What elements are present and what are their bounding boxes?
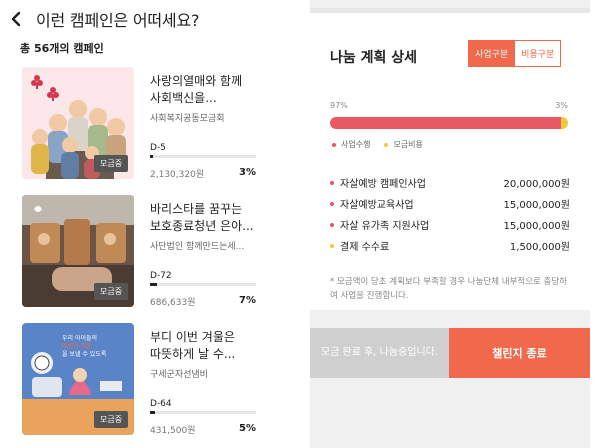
campaign-title-line: 따뜻하게 날 수...	[150, 347, 236, 361]
campaign-percent: 5%	[239, 423, 256, 434]
thumbnail-caption: 우리 아이들의 따뜻한 겨울 을 보낼 수 있도록	[62, 335, 106, 359]
plan-item: 자살 유가족 지원사업 15,000,000원	[330, 217, 570, 232]
campaign-percent: 3%	[239, 167, 256, 178]
status-badge: 모금중	[94, 411, 129, 428]
progress-fill	[150, 283, 158, 286]
allocation-business-fill	[330, 117, 561, 129]
campaign-progress-bar	[150, 283, 256, 286]
campaign-card[interactable]: 모금중 바리스타를 꿈꾸는 보호종료청년 은아... 사단법인 함께만드는세..…	[22, 195, 272, 313]
progress-fill	[150, 155, 154, 158]
allocation-bar	[330, 117, 568, 129]
plan-item-text: 결제 수수료	[340, 242, 390, 253]
campaign-org: 사회복지공동모금회	[150, 114, 225, 124]
plan-item: 자살예방교육사업 15,000,000원	[330, 196, 570, 211]
legend-label: 모금비용	[393, 140, 423, 149]
bottom-action-bar: 모금 완료 후, 나눔중입니다. 챌린지 종료	[310, 328, 590, 378]
campaign-title-line: 바리스타를 꿈꾸는	[150, 202, 243, 216]
plan-type-toggle: 사업구분 비용구분	[468, 40, 562, 67]
legend-fee: 모금비용	[384, 139, 423, 150]
campaign-title[interactable]: 부디 이번 겨울은 따뜻하게 날 수...	[150, 329, 270, 363]
plan-item-label: 자살예방 캠페인사업	[330, 175, 426, 190]
campaign-amount: 686,633원	[150, 298, 196, 308]
plan-item-text: 자살 유가족 지원사업	[340, 221, 430, 232]
campaign-progress-bar	[150, 411, 256, 414]
thumbnail-caption-line: 을 보낼 수 있도록	[62, 351, 107, 358]
campaign-org: 사단법인 함께만드는세...	[150, 242, 245, 252]
legend-business: 사업수행	[332, 139, 370, 150]
campaign-dday: D-72	[150, 271, 172, 281]
campaign-dday: D-5	[150, 143, 166, 153]
plan-item-amount: 1,500,000원	[509, 242, 570, 253]
legend-dot	[384, 142, 389, 147]
campaign-title-line: 보호종료청년 은아...	[150, 219, 254, 233]
plan-note: * 모금액이 당초 계획보다 부족할 경우 나눔단체 내부적으로 충당하여 사업…	[330, 277, 568, 301]
campaign-title[interactable]: 사랑의열매와 함께 사회백신을...	[150, 73, 270, 107]
donation-plan-panel: 나눔 계획 상세 사업구분 비용구분 97% 3% 사업수행 모금비용 자살예방…	[310, 0, 590, 448]
status-badge: 모금중	[94, 283, 129, 300]
legend-dot	[332, 142, 336, 147]
top-bar: 이런 캠페인은 어떠세요?	[10, 8, 199, 30]
thumbnail-caption-line: 따뜻한 겨울	[62, 343, 92, 350]
plan-dot	[330, 222, 334, 227]
plan-item-label: 자살 유가족 지원사업	[330, 217, 429, 232]
plan-item-text: 자살예방교육사업	[340, 200, 414, 211]
plan-item: 결제 수수료 1,500,000원	[330, 238, 570, 253]
business-percent: 97%	[330, 101, 348, 110]
campaign-title[interactable]: 바리스타를 꿈꾸는 보호종료청년 은아...	[150, 201, 270, 235]
fee-percent: 3%	[555, 101, 568, 110]
plan-item-amount: 20,000,000원	[503, 179, 570, 190]
plan-detail-title: 나눔 계획 상세	[330, 50, 418, 66]
status-badge: 모금중	[94, 155, 129, 172]
plan-item: 자살예방 캠페인사업 20,000,000원	[330, 175, 570, 190]
plan-dot	[330, 180, 334, 185]
campaign-card[interactable]: 우리 아이들의 따뜻한 겨울 을 보낼 수 있도록 모금중 부디 이번 겨울은 …	[22, 323, 272, 441]
plan-dot	[330, 201, 334, 206]
plan-item-text: 자살예방 캠페인사업	[340, 179, 426, 190]
campaign-progress-bar	[150, 155, 256, 158]
back-arrow-icon[interactable]	[10, 10, 26, 28]
challenge-end-button[interactable]: 챌린지 종료	[449, 328, 590, 378]
campaign-card[interactable]: 모금중 사랑의열매와 함께 사회백신을... 사회복지공동모금회 D-5 2,1…	[22, 67, 272, 185]
campaign-percent: 7%	[239, 295, 256, 306]
campaign-org: 구세군자선냄비	[150, 370, 208, 380]
thumbnail-caption-line: 우리 아이들의	[62, 335, 98, 342]
tab-business[interactable]: 사업구분	[468, 40, 516, 67]
legend-label: 사업수행	[341, 140, 371, 149]
plan-detail-section: 나눔 계획 상세 사업구분 비용구분 97% 3% 사업수행 모금비용 자살예방…	[310, 13, 590, 310]
tab-cost[interactable]: 비용구분	[515, 40, 562, 67]
plan-dot	[330, 243, 334, 248]
campaign-title-line: 사랑의열매와 함께	[150, 74, 243, 88]
allocation-legend: 사업수행 모금비용	[332, 139, 423, 150]
campaign-count: 총 56개의 캠페인	[20, 42, 104, 55]
fundraising-complete-status: 모금 완료 후, 나눔중입니다.	[310, 328, 449, 378]
campaign-dday: D-64	[150, 399, 172, 409]
plan-item-label: 자살예방교육사업	[330, 196, 414, 211]
progress-fill	[150, 411, 156, 414]
campaign-amount: 431,500원	[150, 426, 196, 436]
plan-item-label: 결제 수수료	[330, 238, 389, 253]
campaign-title-line: 사회백신을...	[150, 91, 217, 105]
page-title: 이런 캠페인은 어떠세요?	[36, 11, 200, 30]
campaign-amount: 2,130,320원	[150, 170, 205, 180]
campaign-title-line: 부디 이번 겨울은	[150, 330, 235, 344]
plan-item-amount: 15,000,000원	[503, 221, 570, 232]
campaign-list-panel: 이런 캠페인은 어떠세요? 총 56개의 캠페인 모금중 사랑의열매와 함께 사…	[0, 0, 290, 448]
plan-item-amount: 15,000,000원	[503, 200, 570, 211]
